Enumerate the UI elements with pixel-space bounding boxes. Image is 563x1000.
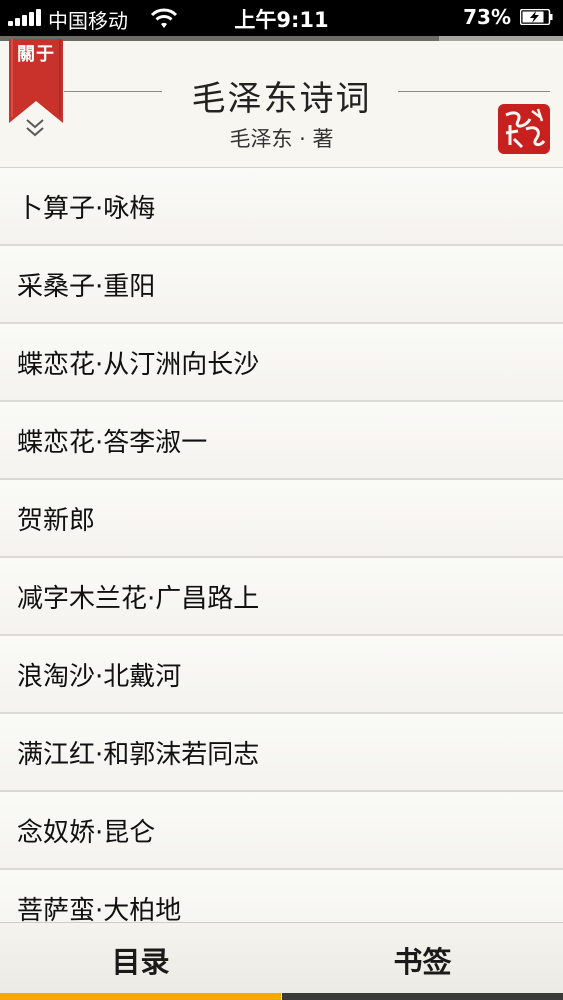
status-bar: 中国移动 上午9:11 73%	[0, 0, 563, 36]
tab-bookmarks-label: 书签	[393, 945, 452, 979]
chapter-list-item[interactable]: 贺新郎	[0, 480, 563, 558]
chapter-title: 采桑子·重阳	[17, 272, 156, 302]
book-title: 毛泽东诗词	[191, 79, 372, 119]
book-header: 關于 毛泽东诗词 毛泽东 · 著	[0, 39, 563, 172]
chapter-title: 念奴娇·昆仑	[17, 818, 156, 848]
chapter-title: 满江红·和郭沫若同志	[17, 740, 260, 770]
chapter-title: 蝶恋花·答李淑一	[17, 428, 208, 458]
chapter-list-item[interactable]: 念奴娇·昆仑	[0, 792, 563, 870]
battery-percentage: 73%	[463, 5, 511, 29]
app-screen: 中国移动 上午9:11 73% 關于 毛泽东诗词 毛泽东 · 著 卜算子·咏梅 …	[0, 0, 563, 1000]
chapter-title: 贺新郎	[17, 506, 96, 536]
tab-bookmarks-indicator	[282, 993, 563, 1000]
chapter-list-item[interactable]: 浪淘沙·北戴河	[0, 636, 563, 714]
tab-toc[interactable]: 目录	[0, 923, 281, 993]
about-ribbon-label: 關于	[17, 44, 55, 65]
chapter-list-item[interactable]: 采桑子·重阳	[0, 246, 563, 324]
tab-bookmarks[interactable]: 书签	[282, 923, 563, 993]
chapter-title: 蝶恋花·从汀洲向长沙	[17, 350, 260, 380]
chapter-title: 卜算子·咏梅	[17, 194, 156, 224]
red-seal-stamp-icon	[498, 104, 550, 154]
chapter-title: 减字木兰花·广昌路上	[17, 584, 260, 614]
chapter-list-item[interactable]: 卜算子·咏梅	[0, 168, 563, 246]
chapter-title: 菩萨蛮·大柏地	[17, 896, 182, 923]
chapter-title: 浪淘沙·北戴河	[17, 662, 182, 692]
chapter-list-item[interactable]: 蝶恋花·从汀洲向长沙	[0, 324, 563, 402]
chapter-list-item[interactable]: 减字木兰花·广昌路上	[0, 558, 563, 636]
book-author: 毛泽东 · 著	[229, 127, 334, 151]
chapter-list-item[interactable]: 菩萨蛮·大柏地	[0, 870, 563, 923]
battery-charging-icon	[520, 9, 553, 25]
chapter-list-item[interactable]: 满江红·和郭沫若同志	[0, 714, 563, 792]
chapter-list-item[interactable]: 蝶恋花·答李淑一	[0, 402, 563, 480]
tab-toc-active-indicator	[0, 993, 281, 1000]
bottom-tab-bar: 目录 书签	[0, 922, 563, 1000]
chapter-list: 卜算子·咏梅 采桑子·重阳蝶恋花·从汀洲向长沙 蝶恋花·答李淑一 贺新郎减字木兰花·广…	[0, 167, 563, 923]
tab-toc-label: 目录	[111, 945, 170, 979]
